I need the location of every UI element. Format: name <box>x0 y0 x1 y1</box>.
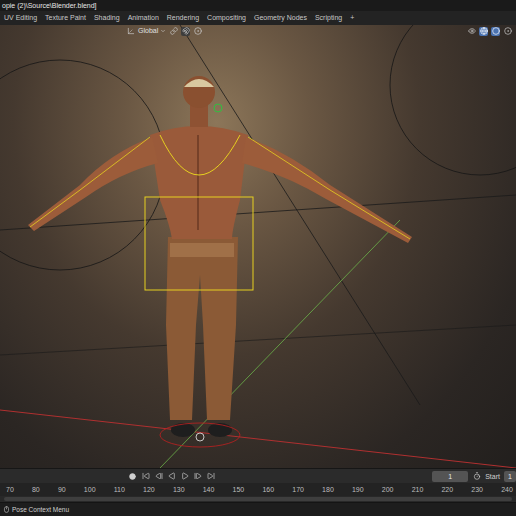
record-icon[interactable] <box>128 472 137 481</box>
orientation-icon[interactable] <box>126 27 135 36</box>
ruler-number: 220 <box>441 485 453 494</box>
gizmo-icon[interactable] <box>479 27 488 36</box>
ruler-number: 120 <box>143 485 155 494</box>
status-hint: Pose Context Menu <box>12 505 69 514</box>
step-back-icon[interactable] <box>154 472 163 481</box>
window-title: opie (2)\Source\Blender.blend] <box>2 1 97 10</box>
ruler-number: 110 <box>114 485 125 494</box>
current-frame-field[interactable]: 1 <box>432 471 468 482</box>
ruler-number: 190 <box>352 485 364 494</box>
workspace-tab[interactable]: Scripting <box>315 12 342 24</box>
play-icon[interactable] <box>180 472 189 481</box>
ruler-number: 230 <box>471 485 483 494</box>
ruler-number: 200 <box>382 485 394 494</box>
step-forward-icon[interactable] <box>193 472 202 481</box>
workspace-tab[interactable]: Geometry Nodes <box>254 12 307 24</box>
overlay-icon[interactable] <box>491 27 500 36</box>
pivot-icon[interactable] <box>169 27 178 36</box>
shading-icon[interactable] <box>503 27 512 36</box>
ruler-number: 140 <box>203 485 215 494</box>
scroll-thumb[interactable] <box>4 497 512 501</box>
title-bar: opie (2)\Source\Blender.blend] <box>0 0 516 11</box>
status-bar: Pose Context Menu <box>0 502 516 516</box>
snap-icon[interactable] <box>181 27 190 36</box>
3d-viewport[interactable]: Global <box>0 25 516 468</box>
start-frame-field[interactable]: 1 <box>504 471 516 482</box>
blender-window: opie (2)\Source\Blender.blend]UV Editing… <box>0 0 516 516</box>
workspace-tab[interactable]: UV Editing <box>4 12 37 24</box>
proportional-icon[interactable] <box>193 27 202 36</box>
start-label: Start <box>485 472 500 481</box>
ruler-number: 150 <box>233 485 245 494</box>
mouse-icon <box>2 506 10 514</box>
orientation-dropdown[interactable]: Global <box>138 26 166 36</box>
workspace-tabs: UV Editing Texture Paint Shading Animation R… <box>0 11 516 25</box>
stopwatch-icon[interactable] <box>472 472 481 481</box>
workspace-tab[interactable]: Compositing <box>207 12 246 24</box>
ruler-number: 80 <box>32 485 40 494</box>
ruler-number: 180 <box>322 485 334 494</box>
ruler-number: 240 <box>501 485 513 494</box>
workspace-tab[interactable]: Rendering <box>167 12 199 24</box>
visibility-icon[interactable] <box>467 27 476 36</box>
viewport-header: Global <box>0 25 516 37</box>
workspace-tab[interactable]: Shading <box>94 12 120 24</box>
ruler-number: 210 <box>412 485 424 494</box>
play-reverse-icon[interactable] <box>167 472 176 481</box>
ruler-number: 100 <box>84 485 96 494</box>
jump-start-icon[interactable] <box>141 472 150 481</box>
ruler-number: 130 <box>173 485 185 494</box>
ruler-number: 70 <box>6 485 14 494</box>
ruler-number: 90 <box>58 485 66 494</box>
workspace-tab[interactable]: Texture Paint <box>45 12 86 24</box>
timeline-header: 1 Start 1 <box>0 468 516 483</box>
ruler-number: 170 <box>292 485 304 494</box>
add-workspace-button[interactable]: + <box>350 12 354 24</box>
jump-end-icon[interactable] <box>206 472 215 481</box>
chevron-down-icon <box>160 28 166 34</box>
viewport-scene[interactable] <box>0 25 516 468</box>
ruler-number: 160 <box>262 485 274 494</box>
workspace-tab[interactable]: Animation <box>128 12 159 24</box>
frame-ruler[interactable]: 70 80 90 100 110 120 130 140 150 160 170 180 190 200 2… <box>0 483 516 496</box>
